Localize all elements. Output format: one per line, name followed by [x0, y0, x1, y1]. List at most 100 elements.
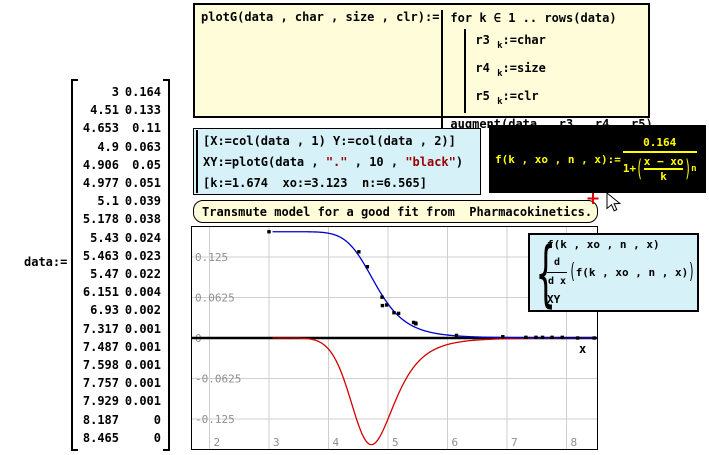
matrix-cell: 0.001: [119, 338, 161, 356]
data-matrix-label: data:=: [24, 255, 67, 269]
matrix-cell: 4.906: [80, 156, 119, 174]
matrix-cell: 0.133: [119, 101, 161, 119]
matrix-cell: 0.004: [119, 283, 161, 301]
matrix-cell: 6.151: [80, 283, 119, 301]
matrix-cell: 0.001: [119, 392, 161, 410]
svg-text:-0.0625: -0.0625: [195, 373, 241, 386]
for-body: r3 k:=char r4 k:=size r5 k:=clr: [464, 29, 652, 113]
matrix-cell: 0.023: [119, 247, 161, 265]
fraction-numerator: 0.164: [639, 136, 680, 151]
legend-trace-2: dd x (f(k , xo , n , x)): [547, 254, 695, 291]
matrix-cell: 7.317: [80, 320, 119, 338]
legend-trace-1: f(k , xo , n , x): [547, 236, 695, 254]
region-left-bar: [196, 130, 198, 193]
assign-operator: :=: [53, 255, 67, 269]
matrix-cell: 4.653: [80, 119, 119, 137]
matrix-cell: 7.757: [80, 374, 119, 392]
matrix-row: 7.9290.001: [80, 392, 161, 410]
program-lhs-line: plotG(data , char , size , clr):=: [201, 10, 439, 24]
xy-plot-call-line: XY:=plotG(data , "." , 10 , "black"): [203, 152, 480, 173]
matrix-cell: 0.001: [119, 356, 161, 374]
cursor-arrow-icon: [607, 193, 620, 211]
matrix-row: 30.164: [80, 83, 161, 101]
matrix-cell: 0.11: [119, 119, 161, 137]
matrix-cell: 5.463: [80, 247, 119, 265]
matrix-cell: 0.022: [119, 265, 161, 283]
note-region[interactable]: Transmute model for a good fit from Phar…: [193, 200, 598, 223]
matrix-cell: 0.05: [119, 156, 161, 174]
svg-text:4: 4: [333, 436, 340, 449]
legend-trace-3: XY: [547, 291, 695, 309]
matrix-row: 8.1870: [80, 411, 161, 429]
matrix-left-bracket: [71, 79, 78, 451]
matrix-row: 4.6530.11: [80, 119, 161, 137]
assign-operator: :=: [608, 153, 621, 166]
svg-text:5: 5: [392, 436, 399, 449]
model-function-region[interactable]: f(k , xo , n , x):= 0.164 1+(x − xok)n: [489, 125, 706, 193]
svg-text:3: 3: [273, 436, 280, 449]
matrix-row: 5.430.024: [80, 229, 161, 247]
matrix-cell: 5.47: [80, 265, 119, 283]
matrix-row: 6.1510.004: [80, 283, 161, 301]
program-lhs: plotG(data , char , size , clr): [201, 10, 425, 24]
legend-brace: {: [535, 236, 542, 309]
matrix-cell: 0.039: [119, 192, 161, 210]
matrix-cell: 8.187: [80, 411, 119, 429]
matrix-cell: 7.487: [80, 338, 119, 356]
matrix-row: 7.5980.001: [80, 356, 161, 374]
matrix-cell: 0.001: [119, 320, 161, 338]
matrix-cell: 5.1: [80, 192, 119, 210]
svg-text:x: x: [579, 342, 586, 356]
matrix-row: 5.470.022: [80, 265, 161, 283]
program-statement: r3 k:=char: [475, 29, 652, 57]
legend-rows: f(k , xo , n , x) dd x (f(k , xo , n , x…: [547, 236, 695, 309]
plotG-program-region[interactable]: plotG(data , char , size , clr):= for k …: [193, 3, 650, 118]
matrix-row: 7.3170.001: [80, 320, 161, 338]
matrix-cell: 0.001: [119, 374, 161, 392]
matrix-cell: 8.465: [80, 429, 119, 447]
model-fraction: 0.164 1+(x − xok)n: [623, 136, 697, 183]
data-matrix-region[interactable]: 30.1644.510.1334.6530.114.90.0634.9060.0…: [71, 79, 170, 451]
matrix-cell: 0: [119, 411, 161, 429]
matrix-row: 8.4650: [80, 429, 161, 447]
note-text: Transmute model for a good fit from Phar…: [202, 205, 592, 219]
string-literal: "black": [405, 155, 456, 169]
svg-text:6: 6: [452, 436, 459, 449]
matrix-row: 5.10.039: [80, 192, 161, 210]
svg-text:0.125: 0.125: [195, 251, 228, 264]
mouse-cursor: [586, 191, 628, 223]
model-lhs: f(k , xo , n , x):=: [495, 153, 621, 166]
col-definitions-line: [X:=col(data , 1) Y:=col(data , 2)]: [203, 131, 480, 152]
parameters-line: [k:=1.674 xo:=3.123 n:=6.565]: [203, 173, 480, 194]
program-statement: r5 k:=clr: [475, 85, 652, 113]
program-statement: r4 k:=size: [475, 57, 652, 85]
matrix-row: 5.4630.023: [80, 247, 161, 265]
svg-text:7: 7: [511, 436, 518, 449]
plot-legend-region[interactable]: { f(k , xo , n , x) dd x (f(k , xo , n ,…: [528, 233, 699, 312]
matrix-cell: 7.929: [80, 392, 119, 410]
matrix-row: 4.9060.05: [80, 156, 161, 174]
assign-operator: :=: [425, 10, 439, 24]
crosshair-icon: [588, 193, 599, 204]
matrix-cell: 0.038: [119, 210, 161, 228]
matrix-row: 4.510.133: [80, 101, 161, 119]
matrix-cell: 0.051: [119, 174, 161, 192]
svg-text:0.0625: 0.0625: [195, 292, 235, 305]
program-block: for k ∈ 1 .. rows(data) r3 k:=char r4 k:…: [441, 10, 652, 132]
svg-text:-0.125: -0.125: [195, 413, 235, 426]
matrix-row: 6.930.002: [80, 301, 161, 319]
matrix-cell: 5.178: [80, 210, 119, 228]
matrix-row: 4.9770.051: [80, 174, 161, 192]
matrix-cell: 4.977: [80, 174, 119, 192]
matrix-row: 7.7570.001: [80, 374, 161, 392]
fraction-denominator: 1+(x − xok)n: [623, 151, 697, 183]
matrix-cell: 6.93: [80, 301, 119, 319]
matrix-cell: 0.024: [119, 229, 161, 247]
for-line: for k ∈ 1 .. rows(data): [450, 10, 652, 26]
matrix-right-bracket: [163, 79, 170, 451]
svg-text:8: 8: [571, 436, 578, 449]
matrix-row: 4.90.063: [80, 138, 161, 156]
matrix-cell: 0.063: [119, 138, 161, 156]
xy-definitions-region[interactable]: [X:=col(data , 1) Y:=col(data , 2)] XY:=…: [193, 128, 481, 195]
matrix-cell: 4.51: [80, 101, 119, 119]
